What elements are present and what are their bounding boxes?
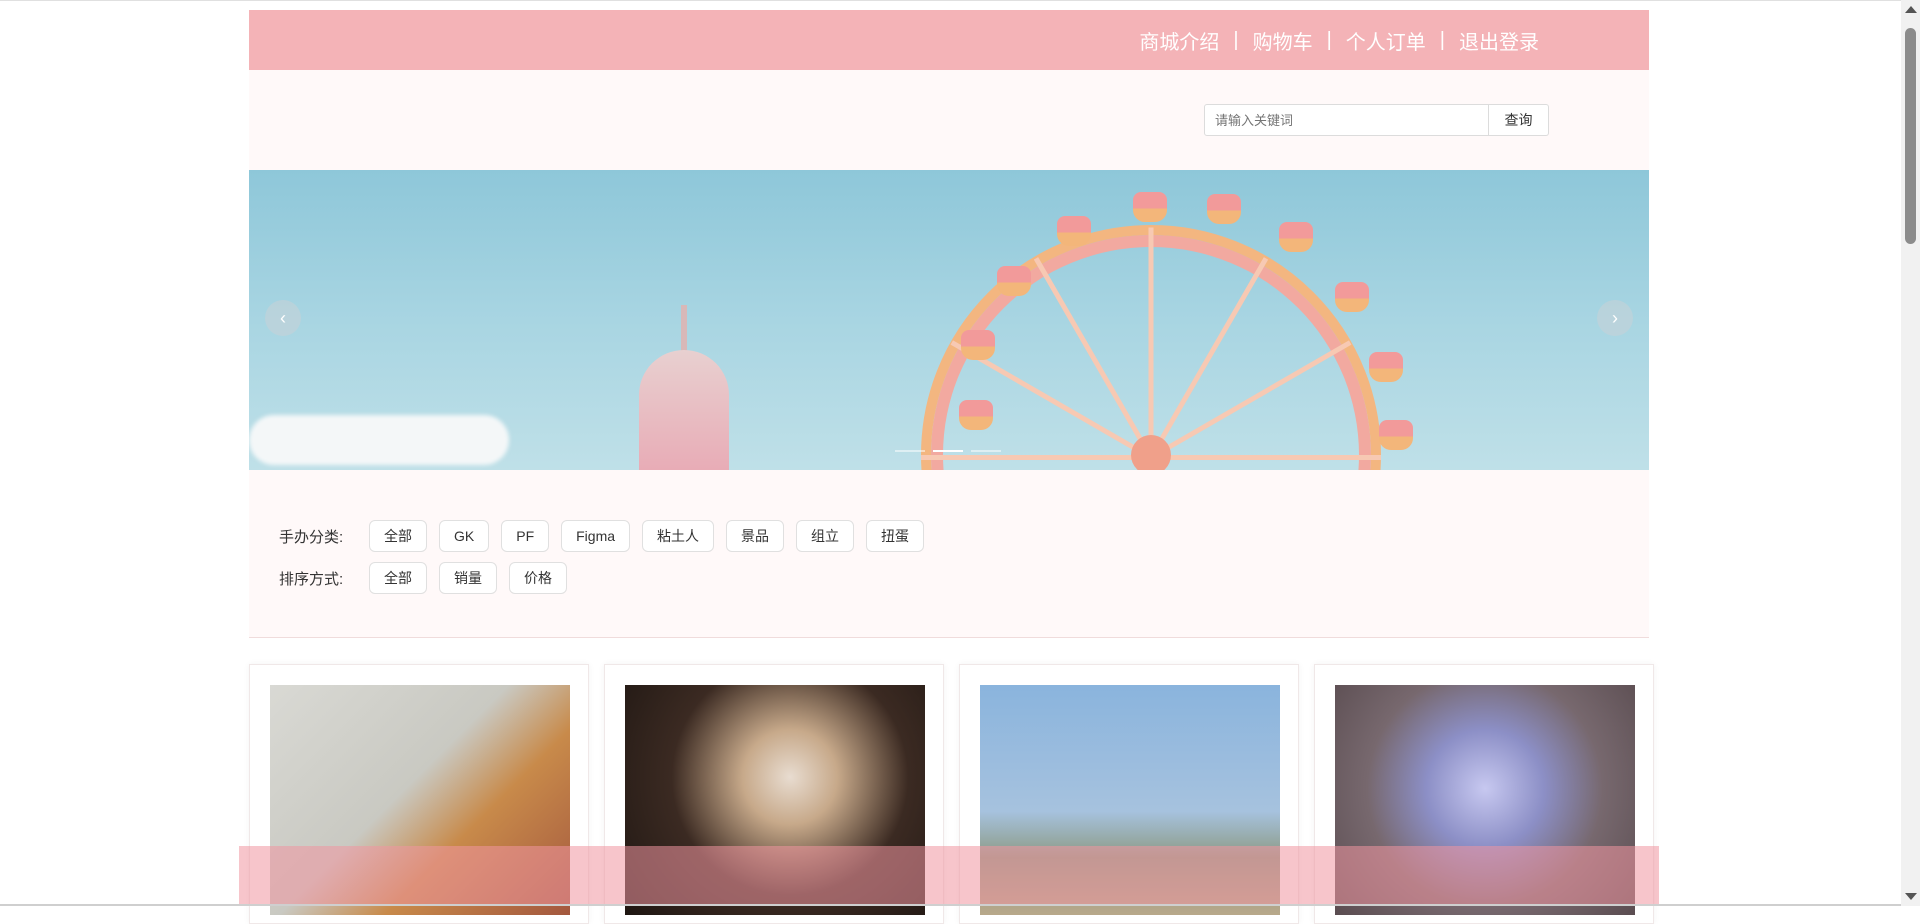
nav-item-orders[interactable]: 个人订单 [1346, 26, 1426, 55]
ferris-wheel-pod [1369, 352, 1403, 382]
ferris-wheel-pod [1133, 192, 1167, 222]
scroll-down-arrow-icon[interactable] [1905, 893, 1917, 900]
category-chip-figma[interactable]: Figma [561, 520, 631, 552]
category-filter-row: 手办分类: 全部 GK PF Figma 粘土人 景品 组立 扭蛋 [279, 520, 936, 552]
scroll-up-arrow-icon[interactable] [1905, 6, 1917, 13]
ferris-wheel-pod [1207, 194, 1241, 224]
category-chip-nendoroid[interactable]: 粘土人 [642, 520, 715, 552]
carousel-indicator[interactable] [895, 450, 925, 452]
category-chip-pf[interactable]: PF [501, 520, 550, 552]
ferris-wheel-pod [959, 400, 993, 430]
category-chip-all[interactable]: 全部 [369, 520, 427, 552]
banner-cloud [249, 415, 509, 465]
sort-filter-label: 排序方式: [279, 570, 344, 588]
carousel-next-icon[interactable]: › [1597, 300, 1633, 336]
ferris-wheel-spoke [1148, 227, 1154, 458]
search-button[interactable]: 查询 [1489, 104, 1549, 136]
search-band: 查询 [249, 70, 1649, 170]
sort-chip-price[interactable]: 价格 [509, 562, 567, 594]
ferris-wheel-pod [1279, 222, 1313, 252]
sort-chip-all[interactable]: 全部 [369, 562, 427, 594]
nav-separator: | [1439, 28, 1445, 51]
vertical-scrollbar[interactable] [1901, 0, 1920, 906]
nav-item-mall-intro[interactable]: 商城介绍 [1139, 26, 1219, 55]
category-chip-model-kit[interactable]: 组立 [796, 520, 855, 552]
carousel-prev-icon[interactable]: ‹ [265, 300, 301, 336]
category-chip-prize[interactable]: 景品 [726, 520, 785, 552]
ferris-wheel-pod [1335, 282, 1369, 312]
carousel-indicator[interactable] [971, 450, 1001, 452]
search-input[interactable] [1204, 104, 1489, 136]
category-chip-gk[interactable]: GK [439, 520, 490, 552]
ferris-wheel-pod [961, 330, 995, 360]
top-nav-bar: 商城介绍 | 购物车 | 个人订单 | 退出登录 [249, 10, 1649, 70]
sort-filter-row: 排序方式: 全部 销量 价格 [279, 562, 579, 594]
ferris-wheel-spoke [1151, 455, 1381, 460]
banner-tower [639, 350, 729, 470]
page-top-border [0, 0, 1901, 1]
ferris-wheel-spoke [921, 455, 1151, 460]
nav-item-logout[interactable]: 退出登录 [1459, 26, 1539, 55]
ferris-wheel-pod [997, 266, 1031, 296]
carousel-indicators [895, 450, 1001, 452]
nav-separator: | [1233, 28, 1239, 51]
category-filter-label: 手办分类: [279, 528, 344, 546]
ferris-wheel-pod [1379, 420, 1413, 450]
carousel-indicator-active[interactable] [933, 450, 963, 452]
scrollbar-thumb[interactable] [1905, 28, 1916, 244]
filter-panel: 手办分类: 全部 GK PF Figma 粘土人 景品 组立 扭蛋 排序方式: … [249, 470, 1649, 638]
bottom-overlay-bar [239, 846, 1659, 906]
ferris-wheel-hub [1131, 435, 1171, 470]
banner-carousel: ‹ › [249, 170, 1649, 470]
sort-chip-sales[interactable]: 销量 [439, 562, 497, 594]
nav-separator: | [1326, 28, 1332, 51]
category-chip-gashapon[interactable]: 扭蛋 [866, 520, 925, 552]
nav-item-cart[interactable]: 购物车 [1253, 26, 1313, 55]
ferris-wheel-pod [1057, 216, 1091, 246]
